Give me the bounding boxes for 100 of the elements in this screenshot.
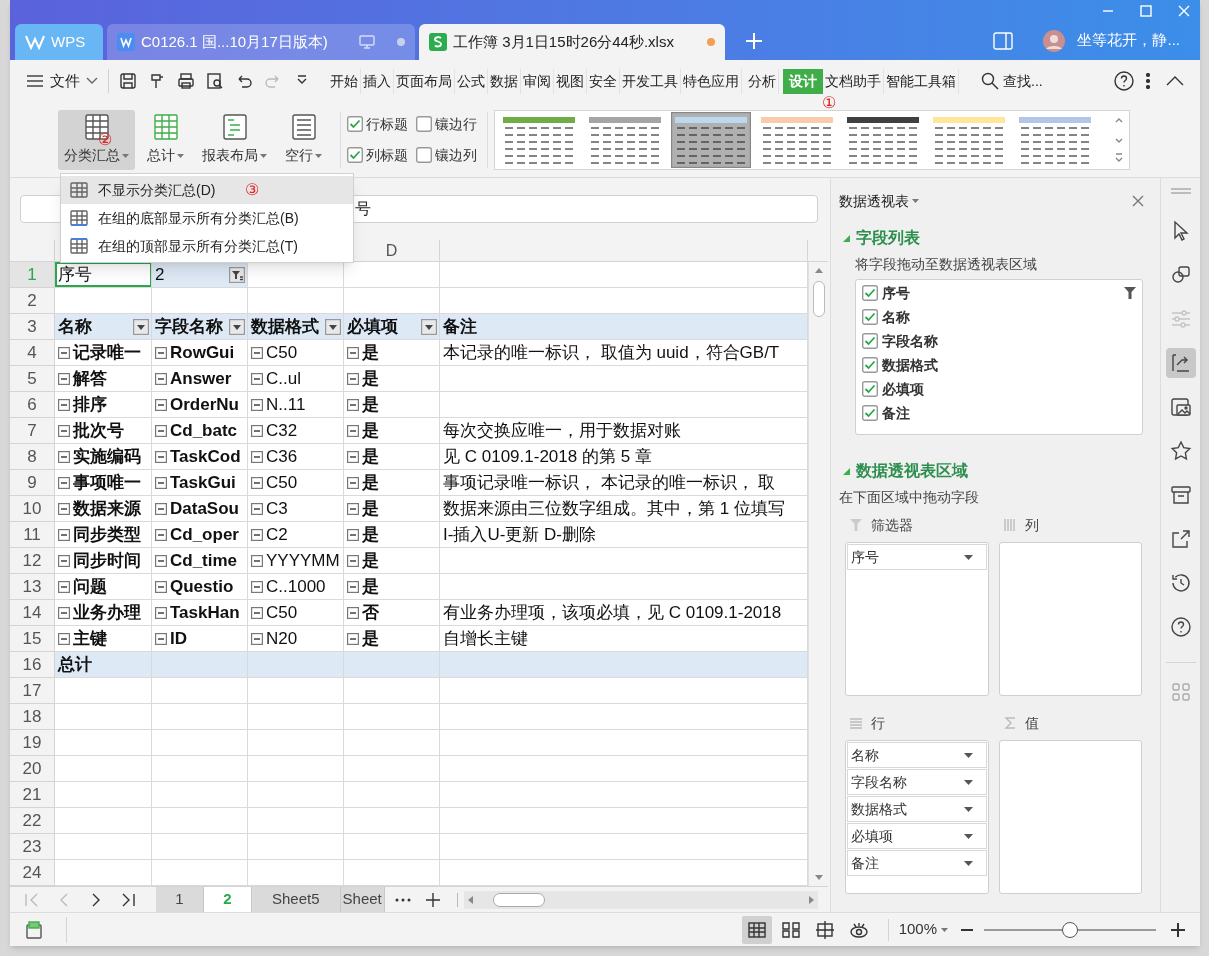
- collapse-icon[interactable]: [347, 528, 359, 541]
- ribbon-button[interactable]: 空行: [279, 109, 328, 170]
- help-icon[interactable]: [1114, 71, 1134, 91]
- filter-dropdown-button[interactable]: [421, 318, 437, 335]
- collapse-icon[interactable]: [155, 528, 167, 541]
- collapse-icon[interactable]: [155, 606, 167, 619]
- collapse-icon[interactable]: [155, 580, 167, 593]
- menu-tab[interactable]: 特色应用: [681, 68, 742, 94]
- document-tab[interactable]: 工作簿 3月1日15时26分44秒.xlsx: [419, 24, 725, 60]
- zoom-level[interactable]: 100%: [898, 918, 937, 941]
- scroll-left-icon[interactable]: [467, 895, 473, 904]
- menu-tab[interactable]: 页面布局: [394, 68, 455, 94]
- checkbox[interactable]: [862, 381, 878, 397]
- more-sheets-icon[interactable]: [394, 897, 411, 902]
- collapse-icon[interactable]: [347, 606, 359, 619]
- menu-tab[interactable]: 公式: [455, 68, 488, 94]
- collapse-icon[interactable]: [155, 398, 167, 411]
- checkbox[interactable]: [862, 405, 878, 421]
- ribbon-button[interactable]: 总计: [141, 109, 190, 170]
- collapse-icon[interactable]: [347, 424, 359, 437]
- field-chip[interactable]: 序号: [847, 544, 987, 570]
- menu-tab[interactable]: 审阅: [521, 68, 554, 94]
- field-chip[interactable]: 备注: [847, 850, 987, 876]
- format-painter-icon[interactable]: [148, 72, 166, 90]
- selected-cell[interactable]: 序号: [55, 262, 152, 287]
- collapse-icon[interactable]: [58, 580, 70, 593]
- menu-tab[interactable]: 视图: [554, 68, 587, 94]
- search-icon[interactable]: [981, 72, 999, 90]
- print-icon[interactable]: [177, 72, 195, 90]
- checkbox[interactable]: [862, 357, 878, 373]
- sheet-tab[interactable]: 1: [156, 887, 204, 912]
- checkbox[interactable]: [862, 309, 878, 325]
- zoom-in-icon[interactable]: [1170, 921, 1186, 938]
- collapse-icon[interactable]: [251, 632, 263, 645]
- collapse-icon[interactable]: [155, 346, 167, 359]
- menu-item[interactable]: 不显示分类汇总(D) ③: [61, 176, 353, 204]
- scroll-down-icon[interactable]: [814, 875, 823, 880]
- collapse-icon[interactable]: [347, 450, 359, 463]
- collapse-icon[interactable]: [155, 372, 167, 385]
- zoom-slider[interactable]: [984, 921, 1156, 938]
- collapse-icon[interactable]: [155, 554, 167, 567]
- field-chip[interactable]: 名称: [847, 742, 987, 768]
- checkbox[interactable]: [347, 147, 363, 163]
- filter-icon[interactable]: [1124, 287, 1136, 299]
- filter-cell[interactable]: 2: [152, 262, 248, 287]
- collapse-icon[interactable]: [58, 606, 70, 619]
- collapse-icon[interactable]: [155, 450, 167, 463]
- close-icon[interactable]: [1132, 195, 1144, 207]
- collapse-icon[interactable]: [58, 398, 70, 411]
- scrollbar-thumb[interactable]: [812, 281, 825, 317]
- collapse-icon[interactable]: [251, 528, 263, 541]
- menu-tab[interactable]: 开始: [328, 68, 361, 94]
- scroll-up-icon[interactable]: [814, 268, 823, 273]
- print-preview-icon[interactable]: [206, 72, 224, 90]
- checkbox[interactable]: [416, 147, 432, 163]
- expand-triangle-icon[interactable]: [843, 467, 850, 475]
- collapse-icon[interactable]: [58, 476, 70, 489]
- collapse-icon[interactable]: [251, 554, 263, 567]
- collapse-icon[interactable]: [251, 476, 263, 489]
- table-style-swatch[interactable]: [671, 111, 751, 168]
- save-icon[interactable]: [119, 72, 137, 90]
- collapse-icon[interactable]: [58, 346, 70, 359]
- drag-handle-icon[interactable]: [1170, 188, 1191, 194]
- collapse-icon[interactable]: [58, 632, 70, 645]
- menu-tab[interactable]: 分析: [746, 68, 779, 94]
- collapse-icon[interactable]: [58, 450, 70, 463]
- ribbon-button[interactable]: 报表布局: [196, 109, 273, 170]
- filter-dropdown-button[interactable]: [229, 318, 245, 335]
- collapse-icon[interactable]: [347, 554, 359, 567]
- scroll-right-icon[interactable]: [809, 895, 814, 904]
- expand-triangle-icon[interactable]: [843, 234, 850, 242]
- slider-thumb[interactable]: [1062, 921, 1078, 938]
- field-chip[interactable]: 必填项: [847, 823, 987, 849]
- collapse-icon[interactable]: [347, 580, 359, 593]
- menu-tab[interactable]: 智能工具箱: [884, 68, 959, 94]
- macro-icon[interactable]: [24, 919, 44, 940]
- tool-button[interactable]: [1165, 348, 1196, 378]
- checkbox[interactable]: [862, 333, 878, 349]
- field-chip[interactable]: 字段名称: [847, 769, 987, 795]
- collapse-icon[interactable]: [347, 476, 359, 489]
- collapse-icon[interactable]: [347, 502, 359, 515]
- collapse-icon[interactable]: [58, 528, 70, 541]
- search-field[interactable]: 查找...: [1003, 70, 1043, 92]
- collapse-icon[interactable]: [58, 424, 70, 437]
- checkbox[interactable]: [862, 285, 878, 301]
- ribbon-button[interactable]: 分类汇总 ②: [58, 109, 135, 170]
- add-sheet-icon[interactable]: [424, 891, 441, 908]
- sheet-tab[interactable]: Sheet: [340, 887, 385, 912]
- collapse-icon[interactable]: [347, 398, 359, 411]
- panel-icon[interactable]: [993, 32, 1014, 50]
- more-icon[interactable]: [1146, 73, 1150, 89]
- last-sheet-icon[interactable]: [120, 891, 136, 908]
- collapse-icon[interactable]: [155, 424, 167, 437]
- maximize-icon[interactable]: [1140, 5, 1152, 17]
- collapse-icon[interactable]: [251, 372, 263, 385]
- file-menu[interactable]: 文件: [50, 69, 80, 93]
- collapse-icon[interactable]: [155, 502, 167, 515]
- menu-tab[interactable]: 插入: [361, 68, 394, 94]
- collapse-icon[interactable]: [155, 632, 167, 645]
- collapse-icon[interactable]: [155, 476, 167, 489]
